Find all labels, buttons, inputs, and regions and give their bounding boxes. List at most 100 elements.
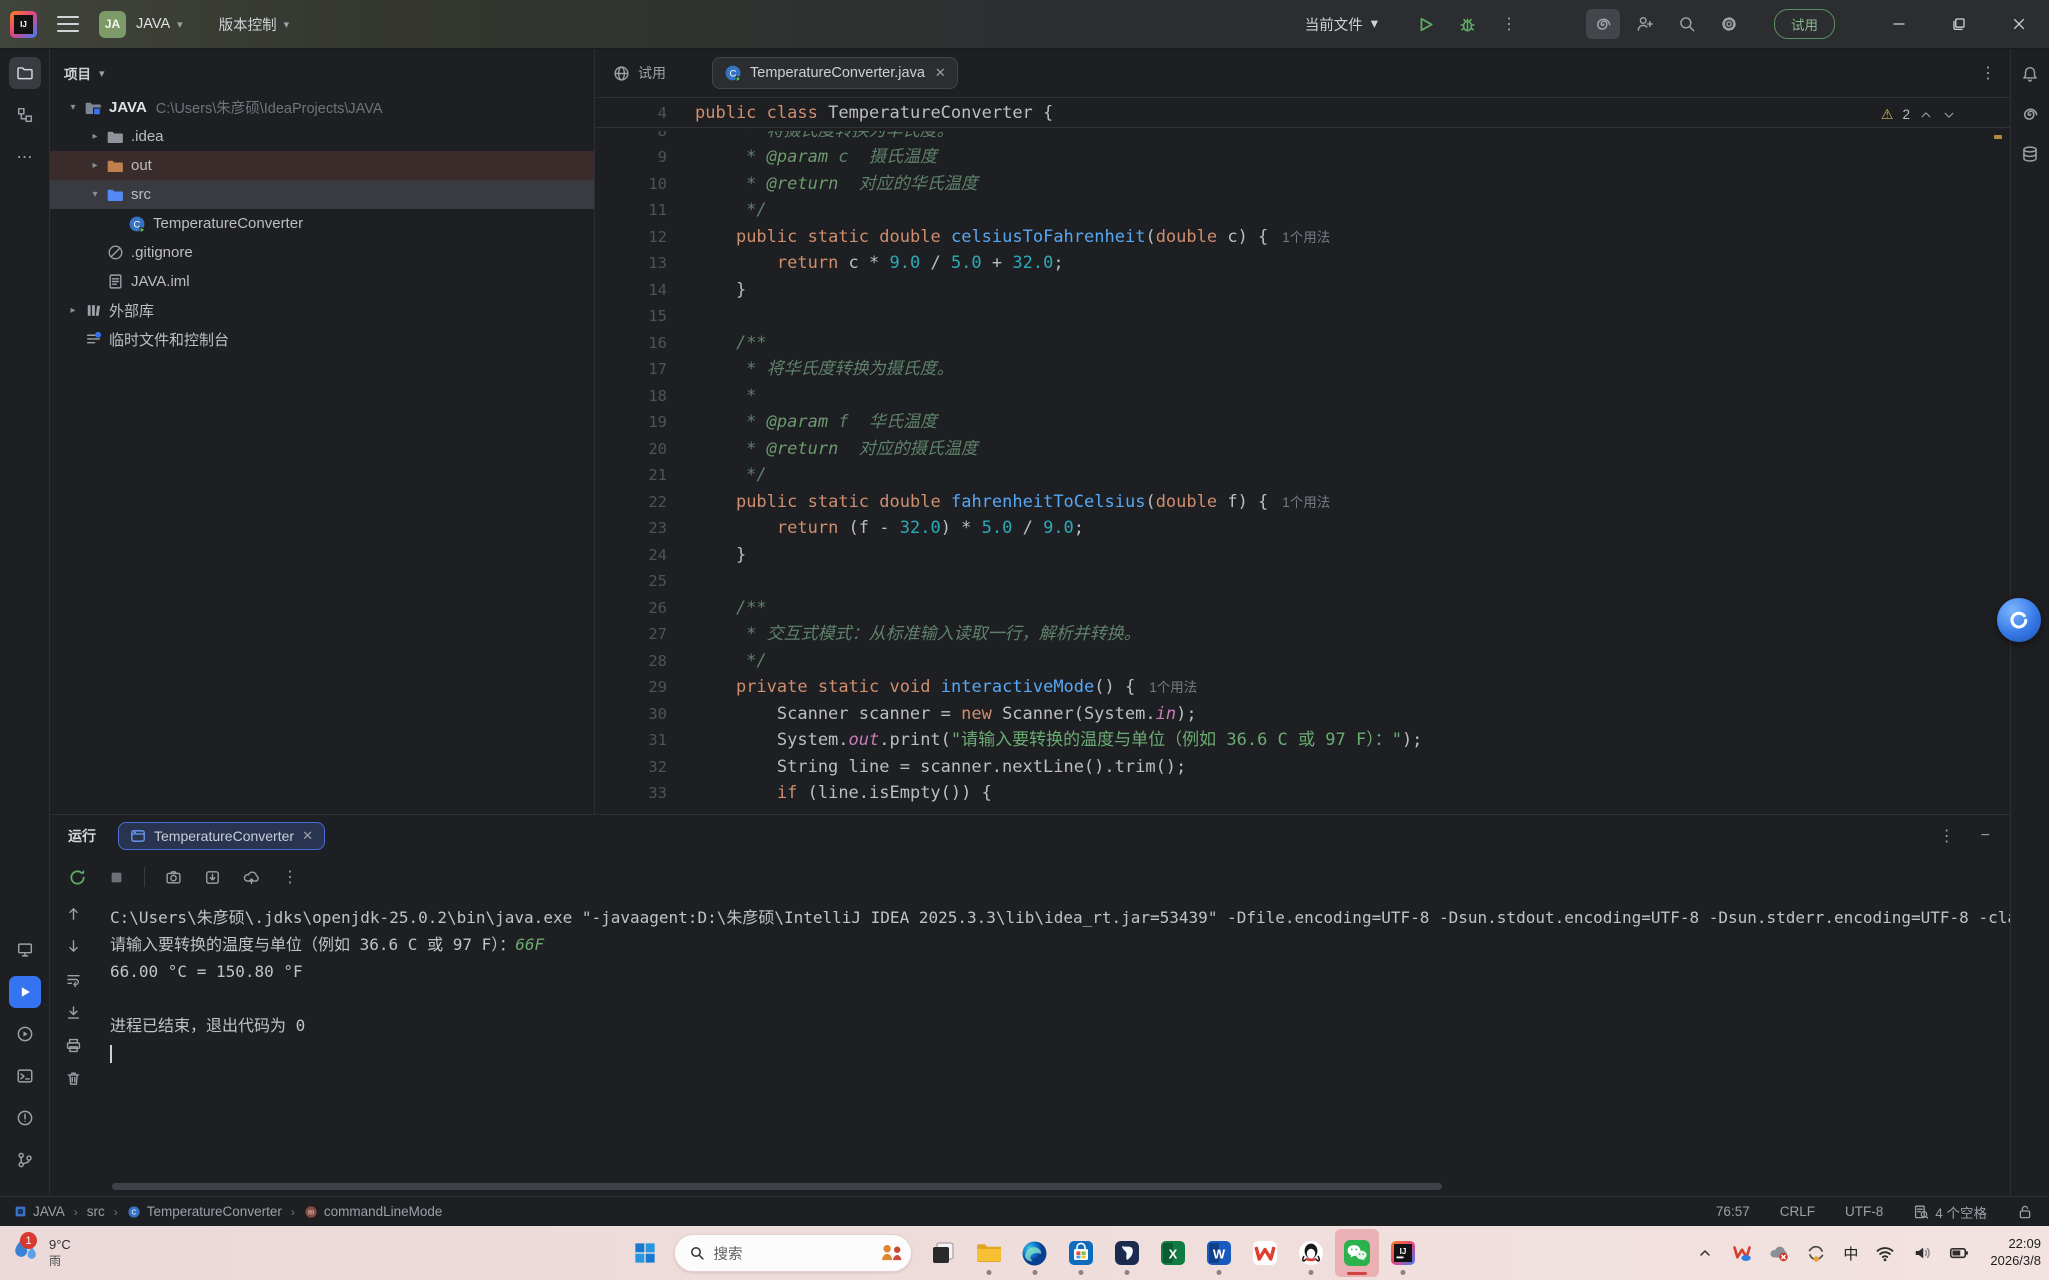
settings-gear-icon[interactable] xyxy=(1712,9,1746,39)
inspection-widget[interactable]: ⚠ 2 xyxy=(1881,106,1956,123)
tree-item-java[interactable]: ▾JAVAC:\Users\朱彦硕\IdeaProjects\JAVA xyxy=(50,93,594,122)
line-number[interactable]: 23 xyxy=(595,515,695,542)
debug-button[interactable] xyxy=(1450,9,1484,39)
taskbar-app-shield-app[interactable] xyxy=(1105,1229,1149,1277)
close-tab-icon[interactable]: ✕ xyxy=(935,65,946,81)
breadcrumb-temperatureconverter[interactable]: CTemperatureConverter xyxy=(127,1204,282,1219)
build-stripe-icon[interactable] xyxy=(9,934,41,966)
run-stripe-icon[interactable] xyxy=(9,976,41,1008)
breadcrumb-java[interactable]: JAVA xyxy=(14,1204,65,1219)
console-options-kebab[interactable]: ⋮ xyxy=(279,866,301,888)
line-number[interactable]: 32 xyxy=(595,754,695,781)
chevron-collapsed-icon[interactable]: ▸ xyxy=(84,160,106,171)
editor-options-kebab[interactable]: ⋮ xyxy=(1980,63,1996,83)
ai-assistant-icon[interactable] xyxy=(1586,9,1620,39)
taskbar-app-store[interactable] xyxy=(1059,1229,1103,1277)
taskbar-app-file-explorer[interactable] xyxy=(967,1229,1011,1277)
horizontal-scrollbar[interactable] xyxy=(112,1183,1442,1190)
restore-layout-icon[interactable] xyxy=(201,866,223,888)
version-control-stripe-icon[interactable] xyxy=(9,1144,41,1176)
tree-item-src[interactable]: ▾src xyxy=(50,180,594,209)
services-stripe-icon[interactable] xyxy=(9,1018,41,1050)
line-number[interactable]: 17 xyxy=(595,356,695,383)
upload-report-icon[interactable] xyxy=(240,866,262,888)
tree-item-out[interactable]: ▸out xyxy=(50,151,594,180)
rerun-button[interactable] xyxy=(66,866,88,888)
next-occurrence-icon[interactable] xyxy=(63,936,83,956)
tree-item-.idea[interactable]: ▸.idea xyxy=(50,122,594,151)
minimize-button[interactable] xyxy=(1869,0,1929,48)
run-tab-temperatureconverter[interactable]: TemperatureConverter ✕ xyxy=(118,822,325,850)
project-selector[interactable]: JAVA▾ xyxy=(136,16,183,32)
chevron-collapsed-icon[interactable]: ▸ xyxy=(84,131,106,142)
line-number[interactable]: 15 xyxy=(595,303,695,330)
taskbar-app-wps[interactable] xyxy=(1243,1229,1287,1277)
taskbar-app-word[interactable]: W xyxy=(1197,1229,1241,1277)
line-number[interactable]: 20 xyxy=(595,436,695,463)
taskbar-clock[interactable]: 22:09 2026/3/8 xyxy=(1990,1236,2041,1270)
tree-item-temperatureconverter[interactable]: CTemperatureConverter xyxy=(50,209,594,238)
taskbar-weather-widget[interactable]: 1 9°C 雨 xyxy=(10,1226,71,1280)
tree-item-外部库[interactable]: ▸外部库 xyxy=(50,296,594,325)
tree-item-.gitignore[interactable]: .gitignore xyxy=(50,238,594,267)
main-menu-button[interactable] xyxy=(57,16,79,32)
line-number[interactable]: 13 xyxy=(595,250,695,277)
line-number[interactable]: 31 xyxy=(595,727,695,754)
terminal-stripe-icon[interactable] xyxy=(9,1060,41,1092)
chevron-expanded-icon[interactable]: ▾ xyxy=(84,189,106,200)
console-output[interactable]: C:\Users\朱彦硕\.jdks\openjdk-25.0.2\bin\ja… xyxy=(96,897,2010,1197)
wifi-icon[interactable] xyxy=(1875,1243,1895,1263)
sync-tray-icon[interactable] xyxy=(1806,1243,1826,1263)
cloud-error-tray-icon[interactable] xyxy=(1769,1243,1789,1263)
line-number[interactable]: 27 xyxy=(595,621,695,648)
ai-assistant-stripe-icon[interactable] xyxy=(2015,99,2045,129)
tree-item-java.iml[interactable]: JAVA.iml xyxy=(50,267,594,296)
tree-item-临时文件和控制台[interactable]: 临时文件和控制台 xyxy=(50,325,594,354)
stop-button[interactable] xyxy=(105,866,127,888)
thread-dump-icon[interactable] xyxy=(162,866,184,888)
line-number[interactable]: 24 xyxy=(595,542,695,569)
line-number[interactable]: 28 xyxy=(595,648,695,675)
readonly-lock-icon[interactable] xyxy=(2017,1204,2033,1220)
structure-stripe-icon[interactable] xyxy=(9,99,41,131)
trial-badge[interactable]: 试用 xyxy=(1774,9,1835,39)
chevron-collapsed-icon[interactable]: ▸ xyxy=(62,305,84,316)
line-number[interactable]: 30 xyxy=(595,701,695,728)
line-number[interactable]: 21 xyxy=(595,462,695,489)
line-number[interactable]: 22 xyxy=(595,489,695,516)
taskbar-app-task-view[interactable] xyxy=(921,1229,965,1277)
line-number[interactable]: 12 xyxy=(595,224,695,251)
file-encoding[interactable]: UTF-8 xyxy=(1845,1204,1883,1219)
wps-cloud-tray-icon[interactable] xyxy=(1732,1243,1752,1263)
line-number[interactable]: 10 xyxy=(595,171,695,198)
hide-panel-icon[interactable]: − xyxy=(1981,827,1990,845)
line-number[interactable]: 29 xyxy=(595,674,695,701)
code-editor[interactable]: 8 * 将摄氏度转换为华氏度。9 * @param c 摄氏温度10 * @re… xyxy=(595,128,2010,814)
breadcrumb-src[interactable]: src xyxy=(87,1204,105,1219)
project-stripe-icon[interactable] xyxy=(9,57,41,89)
line-number[interactable]: 9 xyxy=(595,144,695,171)
line-number[interactable]: 11 xyxy=(595,197,695,224)
prev-occurrence-icon[interactable] xyxy=(63,903,83,923)
run-panel-options-kebab[interactable]: ⋮ xyxy=(1939,826,1955,846)
close-button[interactable] xyxy=(1989,0,2049,48)
notifications-bell-icon[interactable] xyxy=(2015,59,2045,89)
taskbar-app-idea[interactable]: IJ xyxy=(1381,1229,1425,1277)
indent-setting[interactable]: 4 个空格 xyxy=(1913,1202,1987,1222)
tray-chevron-up-icon[interactable] xyxy=(1695,1243,1715,1263)
code-with-me-icon[interactable] xyxy=(1628,9,1662,39)
floating-ai-button[interactable] xyxy=(1997,598,2041,642)
clear-console-icon[interactable] xyxy=(63,1068,83,1088)
line-separator[interactable]: CRLF xyxy=(1780,1204,1815,1219)
vcs-selector[interactable]: 版本控制▾ xyxy=(219,14,290,35)
close-run-tab-icon[interactable]: ✕ xyxy=(302,828,313,844)
line-number[interactable]: 33 xyxy=(595,780,695,807)
prev-warning-icon[interactable] xyxy=(1919,108,1933,122)
problems-stripe-icon[interactable] xyxy=(9,1102,41,1134)
run-button[interactable] xyxy=(1408,9,1442,39)
database-stripe-icon[interactable] xyxy=(2015,139,2045,169)
taskbar-app-excel[interactable]: X xyxy=(1151,1229,1195,1277)
taskbar-app-wechat[interactable] xyxy=(1335,1229,1379,1277)
start-button[interactable] xyxy=(625,1233,665,1273)
speaker-icon[interactable] xyxy=(1912,1243,1932,1263)
